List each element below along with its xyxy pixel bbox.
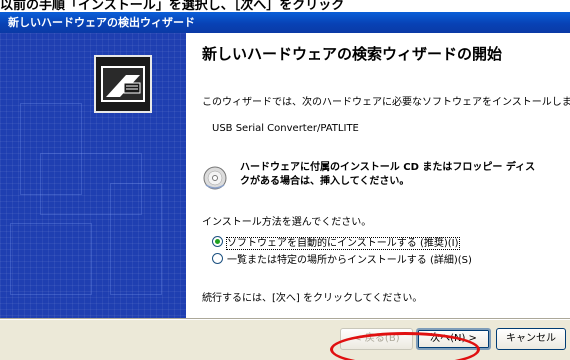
cd-notice-text: ハードウェアに付属のインストール CD またはフロッピー ディスクがある場合は、…	[240, 162, 536, 187]
footer-divider	[0, 318, 570, 320]
back-button[interactable]: < 戻る(B)	[340, 328, 413, 350]
install-method-label: インストール方法を選んでください。	[202, 217, 372, 228]
wizard-side-panel	[0, 33, 186, 318]
top-caption-banner: 以前の手順「インストール」を選択し、［次へ］をクリック	[0, 0, 570, 12]
window-title: 新しいハードウェアの検出ウィザード	[0, 12, 570, 33]
radio-install-automatic-label: ソフトウェアを自動的にインストールする (推奨)(I)	[226, 237, 460, 250]
cd-icon	[202, 165, 228, 191]
wizard-content: 新しいハードウェアの検索ウィザードの開始 このウィザードでは、次のハードウェアに…	[186, 33, 570, 318]
radio-install-automatic[interactable]: ソフトウェアを自動的にインストールする (推奨)(I)	[212, 236, 460, 250]
cd-notice: ハードウェアに付属のインストール CD またはフロッピー ディスクがある場合は、…	[202, 159, 562, 199]
page-title: 新しいハードウェアの検索ウィザードの開始	[202, 45, 503, 63]
radio-install-from-list[interactable]: 一覧または特定の場所からインストールする (詳細)(S)	[212, 253, 472, 267]
radio-selected-icon[interactable]	[212, 236, 223, 247]
intro-text: このウィザードでは、次のハードウェアに必要なソフトウェアをインストールします:	[202, 97, 570, 108]
radio-unselected-icon[interactable]	[212, 253, 223, 264]
next-button[interactable]: 次へ(N) >	[416, 328, 491, 350]
continue-instruction: 続行するには、[次へ] をクリックしてください。	[202, 293, 423, 304]
device-name: USB Serial Converter/PATLITE	[212, 123, 359, 134]
cancel-button[interactable]: キャンセル	[496, 328, 566, 350]
hardware-wizard-icon	[94, 55, 152, 113]
radio-install-from-list-label: 一覧または特定の場所からインストールする (詳細)(S)	[227, 255, 472, 266]
wizard-window: 新しいハードウェアの検出ウィザード 新しいハードウェアの検索ウィザードの開始 こ…	[0, 12, 570, 360]
